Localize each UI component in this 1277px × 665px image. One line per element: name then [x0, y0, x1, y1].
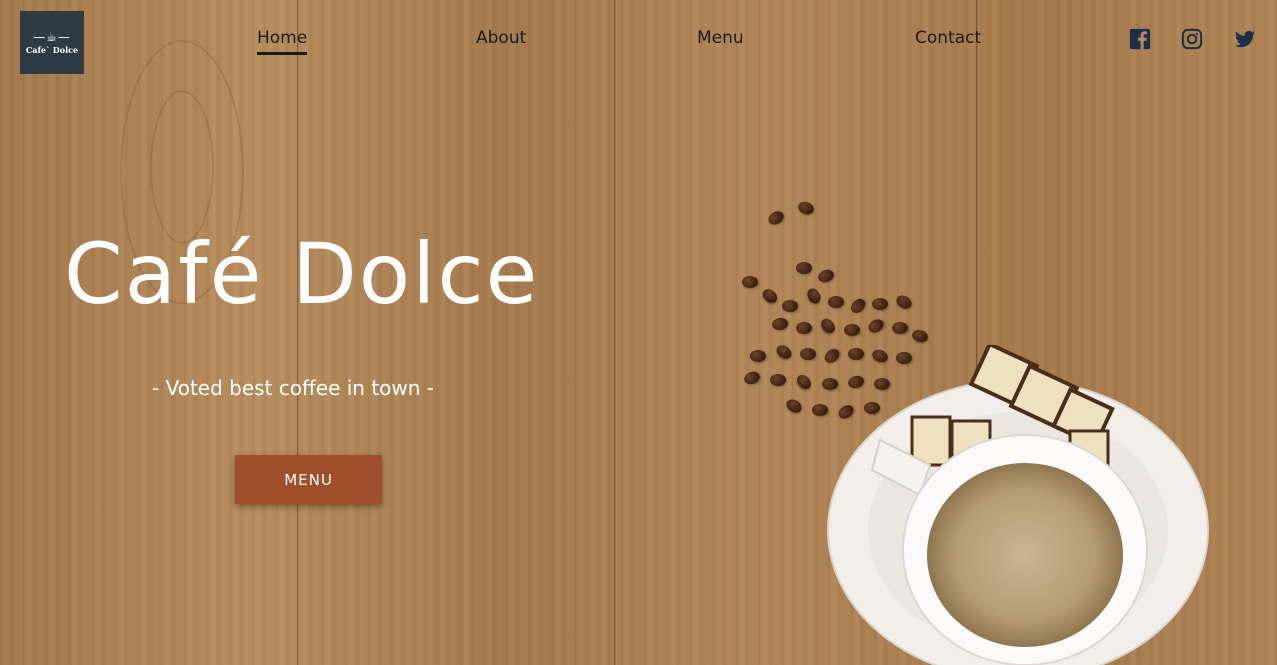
menu-button[interactable]: MENU: [235, 455, 382, 504]
nav-home-link[interactable]: Home: [257, 28, 308, 55]
facebook-icon[interactable]: [1129, 28, 1151, 50]
coffee-cup-image: [827, 345, 1209, 665]
nav-menu-link[interactable]: Menu: [697, 28, 744, 48]
hero-background: [0, 0, 1277, 665]
plank-seam: [614, 0, 617, 665]
navbar: —☕— Cafe` Dolce Home About Menu Contact: [0, 0, 1277, 80]
hero-title: Café Dolce: [64, 225, 540, 323]
wood-knot: [150, 90, 214, 244]
plank-seam: [297, 0, 300, 665]
cup-icon: —☕—: [33, 29, 71, 44]
hero-subtitle: - Voted best coffee in town -: [152, 376, 435, 400]
nav-about-link[interactable]: About: [476, 28, 526, 48]
logo-text: Cafe` Dolce: [25, 44, 79, 55]
nav-contact-link[interactable]: Contact: [915, 28, 981, 48]
instagram-icon[interactable]: [1181, 28, 1203, 50]
logo[interactable]: —☕— Cafe` Dolce: [20, 11, 84, 74]
twitter-icon[interactable]: [1234, 28, 1256, 50]
